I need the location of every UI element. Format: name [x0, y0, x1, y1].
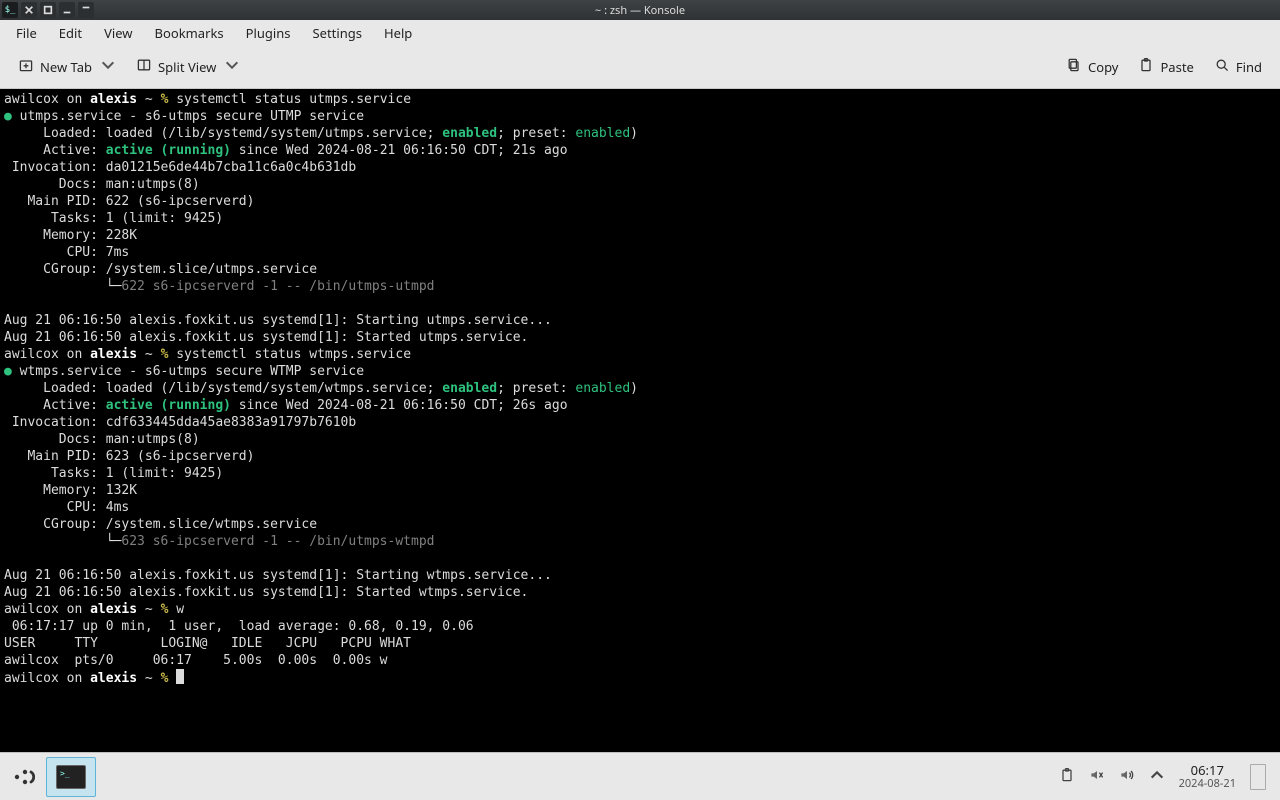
show-desktop-button[interactable]: [1250, 764, 1266, 790]
window-close-button[interactable]: [21, 2, 37, 18]
log-line: Aug 21 06:16:50 alexis.foxkit.us systemd…: [4, 585, 528, 600]
app-menu-icon[interactable]: $_: [2, 2, 18, 18]
split-view-icon: [136, 57, 152, 77]
menu-settings[interactable]: Settings: [303, 21, 372, 45]
prompt-sigil: %: [161, 92, 169, 107]
log-line: Aug 21 06:16:50 alexis.foxkit.us systemd…: [4, 568, 552, 583]
log-line: Aug 21 06:16:50 alexis.foxkit.us systemd…: [4, 313, 552, 328]
paste-button[interactable]: Paste: [1128, 51, 1203, 83]
taskbar: 06:17 2024-08-21: [0, 752, 1280, 800]
menu-view[interactable]: View: [94, 21, 142, 45]
split-view-button[interactable]: Split View: [126, 51, 250, 83]
status-dot-icon: ●: [4, 364, 12, 379]
active-state: active (running): [106, 398, 231, 413]
window-restore-button[interactable]: [78, 2, 94, 18]
clipboard-tray-icon[interactable]: [1059, 767, 1075, 787]
copy-button[interactable]: Copy: [1056, 51, 1128, 83]
paste-icon: [1138, 57, 1154, 77]
system-tray: 06:17 2024-08-21: [1059, 763, 1274, 791]
window-minimize-button[interactable]: [59, 2, 75, 18]
service-header: wtmps.service - s6-utmps secure WTMP ser…: [20, 364, 364, 379]
status-dot-icon: ●: [4, 109, 12, 124]
menu-help[interactable]: Help: [374, 21, 422, 45]
new-tab-label: New Tab: [40, 58, 92, 76]
chevron-down-icon[interactable]: [224, 57, 240, 77]
command-line: systemctl status wtmps.service: [176, 347, 411, 362]
split-view-label: Split View: [158, 58, 216, 76]
service-header: utmps.service - s6-utmps secure UTMP ser…: [20, 109, 364, 124]
menu-bookmarks[interactable]: Bookmarks: [145, 21, 234, 45]
new-tab-icon: [18, 57, 34, 77]
clock-date: 2024-08-21: [1179, 777, 1236, 791]
paste-label: Paste: [1160, 58, 1193, 76]
find-label: Find: [1236, 58, 1262, 76]
new-tab-button[interactable]: New Tab: [8, 51, 126, 83]
window-titlebar: $_ ~ : zsh — Konsole: [0, 0, 1280, 20]
menu-plugins[interactable]: Plugins: [236, 21, 301, 45]
toolbar: New Tab Split View Copy Paste Find: [0, 46, 1280, 89]
tray-expand-icon[interactable]: [1149, 767, 1165, 787]
active-state: active (running): [106, 143, 231, 158]
prompt-user: awilcox: [4, 92, 59, 107]
menu-edit[interactable]: Edit: [49, 21, 92, 45]
log-line: Aug 21 06:16:50 alexis.foxkit.us systemd…: [4, 330, 528, 345]
terminal-cursor: [176, 669, 184, 684]
volume-icon[interactable]: [1119, 767, 1135, 787]
terminal-output[interactable]: awilcox on alexis ~ % systemctl status u…: [0, 89, 1280, 758]
menubar: File Edit View Bookmarks Plugins Setting…: [0, 20, 1280, 46]
app-launcher-button[interactable]: [6, 760, 40, 794]
terminal-icon: [56, 765, 86, 789]
clock-time: 06:17: [1179, 763, 1236, 777]
volume-muted-icon[interactable]: [1089, 767, 1105, 787]
command-line: w: [176, 602, 184, 617]
w-header: USER TTY LOGIN@ IDLE JCPU PCPU WHAT: [4, 636, 411, 651]
command-line: systemctl status utmps.service: [176, 92, 411, 107]
w-summary: 06:17:17 up 0 min, 1 user, load average:…: [4, 619, 474, 634]
copy-icon: [1066, 57, 1082, 77]
search-icon: [1214, 57, 1230, 77]
window-title: ~ : zsh — Konsole: [0, 3, 1280, 18]
taskbar-clock[interactable]: 06:17 2024-08-21: [1179, 763, 1236, 791]
menu-file[interactable]: File: [6, 21, 47, 45]
find-button[interactable]: Find: [1204, 51, 1272, 83]
chevron-down-icon[interactable]: [100, 57, 116, 77]
prompt-host: alexis: [90, 92, 137, 107]
taskbar-item-konsole[interactable]: [46, 757, 96, 797]
kde-logo-icon: [11, 765, 35, 789]
copy-label: Copy: [1088, 58, 1118, 76]
w-row: awilcox pts/0 06:17 5.00s 0.00s 0.00s w: [4, 653, 388, 668]
window-maximize-button[interactable]: [40, 2, 56, 18]
